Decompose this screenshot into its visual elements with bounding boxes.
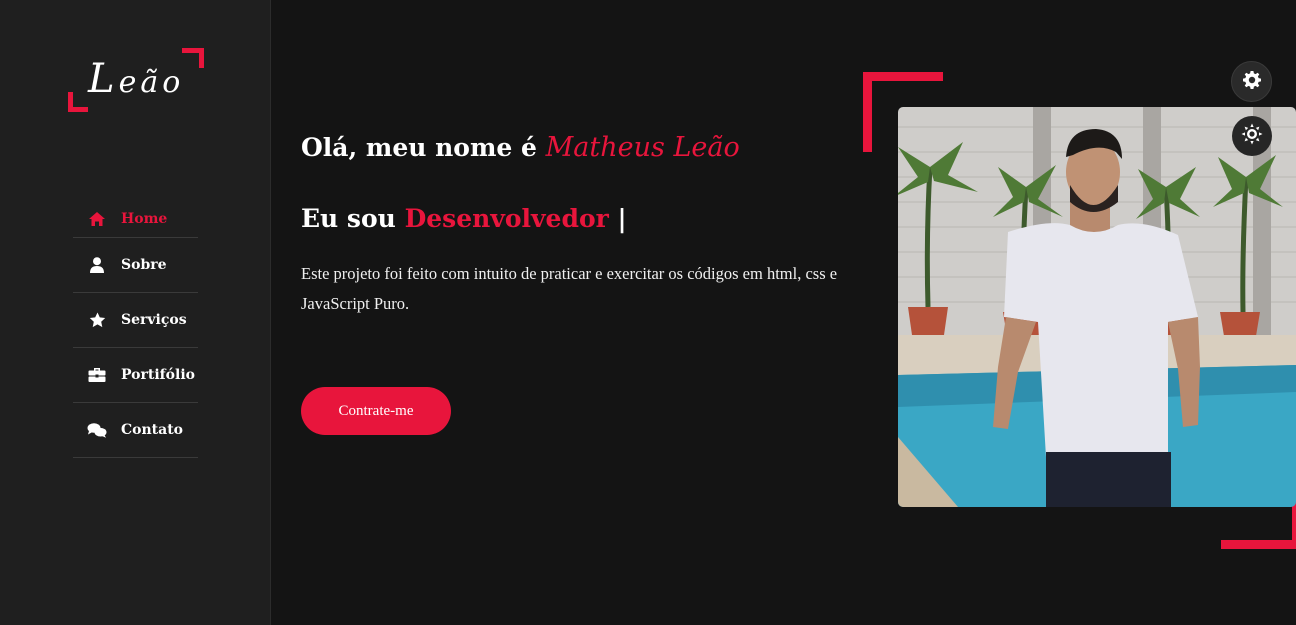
logo-rest: eão [118, 65, 185, 100]
role-title: Desenvolvedor [404, 204, 609, 233]
theme-toggle-button[interactable] [1232, 116, 1272, 156]
gear-icon [1242, 70, 1262, 94]
home-icon [87, 211, 107, 227]
main-nav: Home Sobre Serviços Portifólio Contato [73, 200, 198, 458]
hero-greeting: Olá, meu nome é Matheus Leão [301, 132, 740, 163]
hero-description: Este projeto foi feito com intuito de pr… [301, 264, 838, 313]
profile-photo [898, 107, 1296, 507]
star-icon [87, 312, 107, 328]
hero-role: Eu sou Desenvolvedor | [301, 204, 627, 233]
sun-icon [1241, 123, 1263, 149]
hire-me-button[interactable]: Contrate-me [301, 387, 451, 435]
logo-corner-bottom-left [68, 92, 88, 112]
logo[interactable]: Leão [68, 48, 204, 112]
nav-item-servicos[interactable]: Serviços [73, 293, 198, 348]
logo-initial: L [88, 56, 119, 102]
greeting-text: Olá, meu nome é [301, 133, 537, 162]
settings-button[interactable] [1231, 61, 1272, 102]
logo-corner-top-right [182, 48, 204, 68]
nav-item-label: Portifólio [121, 367, 195, 383]
role-prefix: Eu sou [301, 204, 396, 233]
typing-cursor: | [617, 204, 627, 233]
hero-name: Matheus Leão [545, 132, 740, 163]
nav-item-label: Serviços [121, 312, 187, 328]
nav-item-sobre[interactable]: Sobre [73, 238, 198, 293]
logo-text: Leão [88, 56, 184, 102]
nav-item-label: Contato [121, 422, 184, 438]
sidebar: Leão Home Sobre Serviços Portifólio Cont… [0, 0, 271, 625]
nav-item-contato[interactable]: Contato [73, 403, 198, 458]
briefcase-icon [87, 367, 107, 383]
nav-item-home[interactable]: Home [73, 200, 198, 238]
user-icon [87, 257, 107, 273]
chat-icon [87, 422, 107, 438]
nav-item-portifolio[interactable]: Portifólio [73, 348, 198, 403]
nav-item-label: Home [121, 210, 168, 227]
nav-item-label: Sobre [121, 257, 167, 273]
